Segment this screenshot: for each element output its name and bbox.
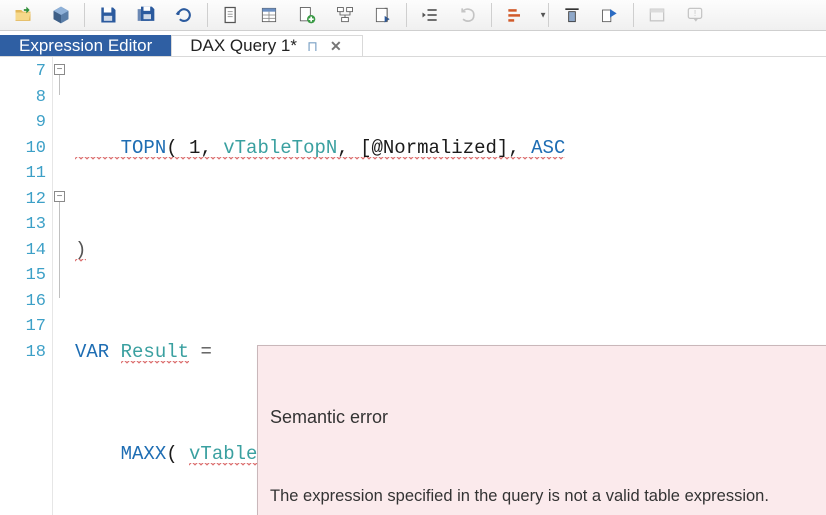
format-icon[interactable]: ▼ [498,0,542,30]
line-number: 8 [15,85,52,111]
open-folder-icon[interactable] [6,0,40,30]
fold-toggle[interactable]: − [54,191,65,202]
save-icon[interactable] [91,0,125,30]
line-number: 12 [15,187,52,213]
line-number: 15 [15,263,52,289]
tab-label: DAX Query 1* [190,36,297,56]
code-line: ) [67,238,826,264]
tooltip-title: Semantic error [270,405,824,431]
panel-icon [640,0,674,30]
line-number: 11 [15,161,52,187]
run-arrow-icon[interactable] [593,0,627,30]
line-number: 13 [15,212,52,238]
line-number: 10 [15,136,52,162]
align-icon[interactable] [555,0,589,30]
line-number: 18 [15,340,52,366]
close-icon[interactable]: ✕ [328,38,344,55]
line-number: 14 [15,238,52,264]
line-number: 16 [15,289,52,315]
chevron-down-icon[interactable]: ▼ [539,11,547,20]
tab-label: Expression Editor [19,36,152,56]
main-toolbar: ▼ ! [0,0,826,31]
cube-icon[interactable] [44,0,78,30]
new-query-icon[interactable] [290,0,324,30]
tab-strip: Expression Editor DAX Query 1* ⊓ ✕ [0,31,826,57]
indent-icon[interactable] [413,0,447,30]
tab-dax-query[interactable]: DAX Query 1* ⊓ ✕ [171,35,362,56]
tooltip-icon: ! [678,0,712,30]
line-number: 7 [15,59,52,85]
run-selection-icon[interactable] [366,0,400,30]
line-number: 17 [15,314,52,340]
schema-icon[interactable] [328,0,362,30]
line-number: 9 [15,110,52,136]
tooltip-body: The expression specified in the query is… [270,484,824,510]
error-tooltip: Semantic error The expression specified … [257,345,826,515]
undo-icon [451,0,485,30]
save-all-icon[interactable] [129,0,163,30]
svg-text:!: ! [694,8,696,18]
code-area[interactable]: TOPN( 1, vTableTopN, [@Normalized], ASC … [67,57,826,515]
code-line: TOPN( 1, vTableTopN, [@Normalized], ASC [67,136,826,162]
new-document-icon[interactable] [214,0,248,30]
table-icon[interactable] [252,0,286,30]
refresh-icon[interactable] [167,0,201,30]
fold-toggle[interactable]: − [54,64,65,75]
fold-column: − − [53,57,67,515]
pin-icon[interactable]: ⊓ [305,38,320,55]
line-number-gutter: 789101112131415161718 [15,57,53,515]
tab-expression-editor[interactable]: Expression Editor [0,35,171,56]
code-editor[interactable]: 789101112131415161718 − − TOPN( 1, vTabl… [0,57,826,515]
